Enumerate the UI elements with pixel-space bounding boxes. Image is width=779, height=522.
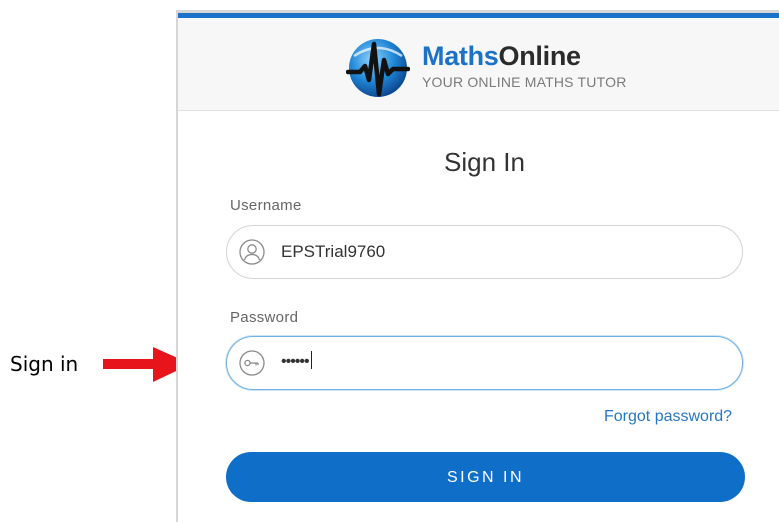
brand-name-online: Online [498, 41, 582, 71]
user-icon [239, 239, 265, 265]
sign-in-button[interactable]: SIGN IN [226, 452, 745, 502]
page-title: Sign In [444, 147, 525, 177]
heartbeat-globe-icon [346, 39, 410, 97]
password-field[interactable]: •••••• [226, 336, 743, 390]
brand-header: MathsOnline YOUR ONLINE MATHS TUTOR [178, 18, 779, 111]
annotation-label: Sign in [10, 352, 79, 376]
username-value: EPSTrial9760 [281, 242, 386, 261]
login-panel: MathsOnline YOUR ONLINE MATHS TUTOR Sign… [176, 10, 779, 522]
page: Sign in MathsOnline YOUR ONLINE MATHS TU… [0, 0, 779, 522]
brand-name: MathsOnline [422, 40, 581, 72]
username-field[interactable]: EPSTrial9760 [226, 225, 743, 279]
text-caret [310, 351, 312, 369]
password-label: Password [230, 309, 299, 326]
password-value: •••••• [281, 351, 312, 372]
key-icon [239, 350, 265, 376]
forgot-password-link[interactable]: Forgot password? [604, 408, 732, 426]
brand-name-maths: Maths [422, 41, 499, 71]
username-label: Username [230, 197, 302, 214]
brand-tagline: YOUR ONLINE MATHS TUTOR [422, 74, 627, 90]
password-dots: •••••• [281, 353, 310, 370]
